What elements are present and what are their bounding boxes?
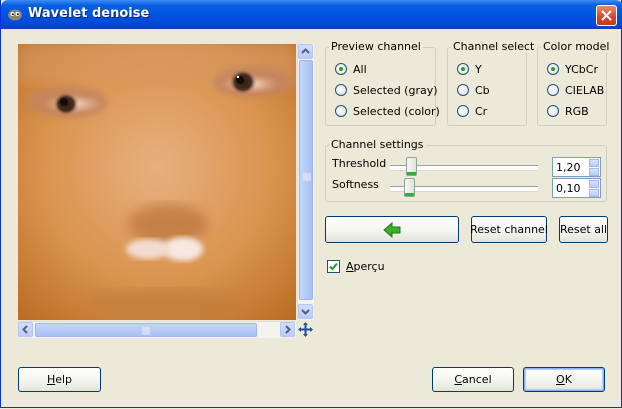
radio-button[interactable] (335, 105, 347, 117)
radio-label: Cb (475, 83, 490, 97)
group-title: Channel settings (329, 138, 426, 151)
threshold-slider-thumb[interactable] (406, 157, 418, 176)
preview-checkbox[interactable] (327, 260, 340, 273)
scroll-down-button[interactable] (298, 304, 313, 319)
radio-channel-y[interactable]: Y (457, 62, 482, 76)
radio-button[interactable] (547, 63, 559, 75)
chevron-up-icon (301, 48, 310, 54)
radio-button[interactable] (335, 63, 347, 75)
channel-select-group: Channel select Y Cb Cr (447, 40, 537, 126)
radio-label: All (353, 62, 367, 76)
apply-back-button[interactable] (325, 216, 459, 243)
softness-spinbox[interactable]: 0,10 (552, 178, 601, 198)
softness-slider-thumb[interactable] (403, 178, 415, 197)
preview-channel-group: Preview channel All Selected (gray) Sele… (325, 40, 440, 126)
radio-channel-cb[interactable]: Cb (457, 83, 490, 97)
dialog-window: Wavelet denoise Preview channel All Sele… (0, 0, 622, 408)
radio-model-cielab[interactable]: CIELAB (547, 83, 604, 97)
preview-checkbox-label[interactable]: Aperçu (346, 260, 385, 273)
radio-button[interactable] (457, 84, 469, 96)
help-button[interactable]: Help (18, 367, 101, 392)
threshold-spinbox[interactable]: 1,20 (552, 157, 601, 177)
preview-horizontal-scrollbar[interactable] (18, 321, 296, 338)
grip-icon (303, 173, 311, 181)
group-title: Preview channel (329, 40, 423, 53)
radio-preview-selected-gray[interactable]: Selected (gray) (335, 83, 438, 97)
face-preview-picture (18, 44, 296, 320)
radio-label: Y (475, 62, 482, 76)
radio-channel-cr[interactable]: Cr (457, 104, 487, 118)
scroll-up-button[interactable] (298, 44, 313, 59)
spin-up-button[interactable] (589, 180, 599, 188)
radio-label: Selected (gray) (353, 83, 438, 97)
checkmark-icon (329, 262, 338, 271)
reset-all-button[interactable]: Reset all (559, 216, 608, 243)
radio-label: Selected (color) (353, 104, 440, 118)
softness-value[interactable]: 0,10 (556, 182, 581, 195)
radio-button[interactable] (335, 84, 347, 96)
title-bar[interactable]: Wavelet denoise (1, 0, 622, 29)
gimp-app-icon (8, 9, 22, 21)
threshold-value[interactable]: 1,20 (556, 161, 581, 174)
scroll-left-button[interactable] (18, 322, 33, 337)
spin-down-button[interactable] (589, 168, 599, 176)
scroll-right-button[interactable] (280, 322, 295, 337)
channel-settings-group: Channel settings Threshold 1,20 Softness… (325, 138, 607, 202)
green-left-arrow-icon (383, 221, 401, 238)
group-title: Color model (541, 40, 612, 53)
window-title: Wavelet denoise (28, 6, 150, 21)
radio-preview-selected-color[interactable]: Selected (color) (335, 104, 440, 118)
group-title: Channel select (451, 40, 537, 53)
navigate-move-icon[interactable] (297, 321, 314, 338)
preview-image[interactable] (18, 44, 296, 320)
preview-vertical-scrollbar[interactable] (297, 44, 314, 320)
vertical-scroll-thumb[interactable] (299, 60, 313, 300)
radio-model-ycbcr[interactable]: YCbCr (547, 62, 598, 76)
spin-down-button[interactable] (589, 189, 599, 197)
ok-button[interactable]: OK (523, 367, 605, 392)
radio-button[interactable] (457, 105, 469, 117)
chevron-left-icon (22, 325, 28, 334)
grip-icon (142, 327, 150, 335)
radio-button[interactable] (547, 105, 559, 117)
radio-label: RGB (565, 104, 589, 118)
radio-label: Cr (475, 104, 488, 118)
close-icon (601, 10, 612, 21)
radio-preview-all[interactable]: All (335, 62, 367, 76)
radio-label: CIELAB (565, 83, 605, 97)
threshold-label: Threshold (332, 157, 387, 170)
radio-button[interactable] (547, 84, 559, 96)
chevron-right-icon (285, 325, 291, 334)
radio-model-rgb[interactable]: RGB (547, 104, 589, 118)
close-button[interactable] (596, 5, 617, 26)
reset-channel-button[interactable]: Reset channel (470, 216, 548, 243)
softness-label: Softness (332, 178, 379, 191)
color-model-group: Color model YCbCr CIELAB RGB (537, 40, 612, 126)
radio-label: YCbCr (565, 62, 598, 76)
spin-up-button[interactable] (589, 159, 599, 167)
cancel-button[interactable]: Cancel (432, 367, 514, 392)
radio-button[interactable] (457, 63, 469, 75)
horizontal-scroll-thumb[interactable] (35, 323, 257, 337)
chevron-down-icon (301, 309, 310, 315)
